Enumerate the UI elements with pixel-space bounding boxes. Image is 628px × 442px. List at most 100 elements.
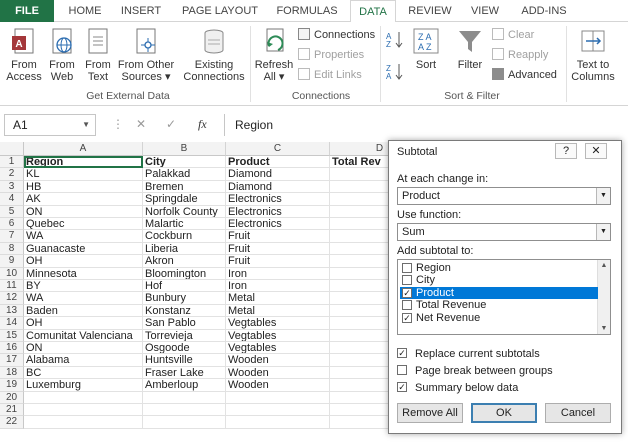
name-box[interactable]: A1 ▼: [4, 114, 96, 136]
header-cell[interactable]: City: [143, 156, 226, 169]
header-cell[interactable]: Region: [24, 156, 143, 169]
table-cell[interactable]: Wooden: [226, 354, 330, 367]
row-header[interactable]: 17: [0, 354, 24, 367]
table-cell[interactable]: [143, 416, 226, 429]
sort-button[interactable]: Z AA Z Sort: [410, 28, 442, 71]
table-cell[interactable]: San Pablo: [143, 317, 226, 330]
row-header[interactable]: 6: [0, 218, 24, 231]
table-cell[interactable]: KL: [24, 168, 143, 181]
from-other-sources-button[interactable]: From Other Sources ▾: [116, 28, 176, 83]
checkbox-checked-icon[interactable]: ✓: [402, 312, 412, 323]
list-item[interactable]: City: [400, 274, 598, 286]
table-cell[interactable]: Osgoode: [143, 342, 226, 355]
table-cell[interactable]: Bloomington: [143, 267, 226, 280]
edit-links-button[interactable]: Edit Links: [298, 68, 362, 82]
table-cell[interactable]: Electronics: [226, 218, 330, 231]
tab-review[interactable]: REVIEW: [404, 0, 456, 22]
column-header[interactable]: A: [24, 142, 143, 156]
table-cell[interactable]: Comunitat Valenciana: [24, 329, 143, 342]
row-header[interactable]: 2: [0, 168, 24, 181]
close-button[interactable]: ✕: [585, 143, 607, 159]
tab-home[interactable]: HOME: [62, 0, 108, 22]
table-cell[interactable]: [143, 404, 226, 417]
scroll-up-icon[interactable]: ▲: [598, 262, 610, 269]
row-header[interactable]: 22: [0, 416, 24, 429]
table-cell[interactable]: AK: [24, 193, 143, 206]
table-cell[interactable]: Vegtables: [226, 329, 330, 342]
table-cell[interactable]: Iron: [226, 280, 330, 293]
table-cell[interactable]: Hof: [143, 280, 226, 293]
table-cell[interactable]: Fraser Lake: [143, 366, 226, 380]
table-cell[interactable]: ON: [24, 205, 143, 218]
table-cell[interactable]: Vegtables: [226, 342, 330, 355]
chevron-down-icon[interactable]: ▼: [596, 224, 610, 240]
row-header[interactable]: 18: [0, 366, 24, 380]
cancel-button[interactable]: Cancel: [545, 403, 611, 423]
header-cell[interactable]: Product: [226, 156, 330, 169]
table-cell[interactable]: Guanacaste: [24, 242, 143, 256]
table-cell[interactable]: [143, 391, 226, 404]
row-header[interactable]: 20: [0, 391, 24, 404]
table-cell[interactable]: [226, 404, 330, 417]
table-cell[interactable]: Wooden: [226, 366, 330, 380]
table-cell[interactable]: BY: [24, 280, 143, 293]
checkbox-checked-icon[interactable]: ✓: [402, 287, 412, 298]
table-cell[interactable]: Electronics: [226, 205, 330, 218]
scroll-down-icon[interactable]: ▼: [598, 325, 610, 332]
tab-insert[interactable]: INSERT: [116, 0, 166, 22]
cancel-icon[interactable]: ✕: [136, 117, 146, 131]
table-cell[interactable]: Springdale: [143, 193, 226, 206]
from-text-button[interactable]: From Text: [80, 28, 116, 83]
chevron-down-icon[interactable]: ▼: [596, 188, 610, 204]
table-cell[interactable]: [226, 391, 330, 404]
row-header[interactable]: 10: [0, 267, 24, 280]
connections-button[interactable]: Connections: [298, 28, 375, 42]
table-cell[interactable]: Konstanz: [143, 304, 226, 318]
ok-button[interactable]: OK: [471, 403, 537, 423]
insert-function-icon[interactable]: fx: [198, 117, 207, 132]
table-cell[interactable]: Palakkad: [143, 168, 226, 181]
checkbox-unchecked-icon[interactable]: [402, 300, 412, 311]
table-cell[interactable]: [24, 391, 143, 404]
list-item[interactable]: Region: [400, 262, 598, 274]
properties-button[interactable]: Properties: [298, 48, 364, 62]
table-cell[interactable]: WA: [24, 230, 143, 243]
table-cell[interactable]: [24, 404, 143, 417]
column-header[interactable]: C: [226, 142, 330, 156]
row-header[interactable]: 11: [0, 280, 24, 293]
table-cell[interactable]: OH: [24, 255, 143, 268]
table-cell[interactable]: Diamond: [226, 180, 330, 194]
table-cell[interactable]: Vegtables: [226, 317, 330, 330]
table-cell[interactable]: Fruit: [226, 255, 330, 268]
table-cell[interactable]: ON: [24, 342, 143, 355]
list-item[interactable]: ✓ Net Revenue: [400, 312, 598, 324]
table-cell[interactable]: Norfolk County: [143, 205, 226, 218]
list-item[interactable]: ✓ Product: [400, 286, 598, 299]
table-cell[interactable]: Fruit: [226, 242, 330, 256]
table-cell[interactable]: HB: [24, 180, 143, 194]
list-scrollbar[interactable]: ▲ ▼: [597, 260, 610, 334]
select-all-corner[interactable]: [0, 142, 24, 156]
help-button[interactable]: ?: [555, 143, 577, 159]
formula-input[interactable]: Region: [224, 114, 624, 136]
remove-all-button[interactable]: Remove All: [397, 403, 463, 423]
table-cell[interactable]: Cockburn: [143, 230, 226, 243]
from-web-button[interactable]: From Web: [44, 28, 80, 83]
tab-file[interactable]: FILE: [0, 0, 54, 22]
reapply-button[interactable]: Reapply: [492, 48, 548, 62]
table-cell[interactable]: Baden: [24, 304, 143, 318]
table-cell[interactable]: Huntsville: [143, 354, 226, 367]
table-cell[interactable]: Metal: [226, 292, 330, 305]
table-cell[interactable]: Bremen: [143, 180, 226, 194]
table-cell[interactable]: Bunbury: [143, 292, 226, 305]
row-header[interactable]: 16: [0, 342, 24, 355]
row-header[interactable]: 8: [0, 242, 24, 256]
table-cell[interactable]: [24, 416, 143, 429]
table-cell[interactable]: Luxemburg: [24, 379, 143, 392]
subtotal-field-list[interactable]: ▲ ▼ Region City ✓ Product Total Revenue ✓ Net …: [397, 259, 611, 335]
advanced-filter-button[interactable]: Advanced: [492, 68, 557, 82]
table-cell[interactable]: [226, 416, 330, 429]
existing-connections-button[interactable]: Existing Connections: [182, 28, 246, 83]
use-function-select[interactable]: Sum ▼: [397, 223, 611, 241]
row-header[interactable]: 15: [0, 329, 24, 342]
